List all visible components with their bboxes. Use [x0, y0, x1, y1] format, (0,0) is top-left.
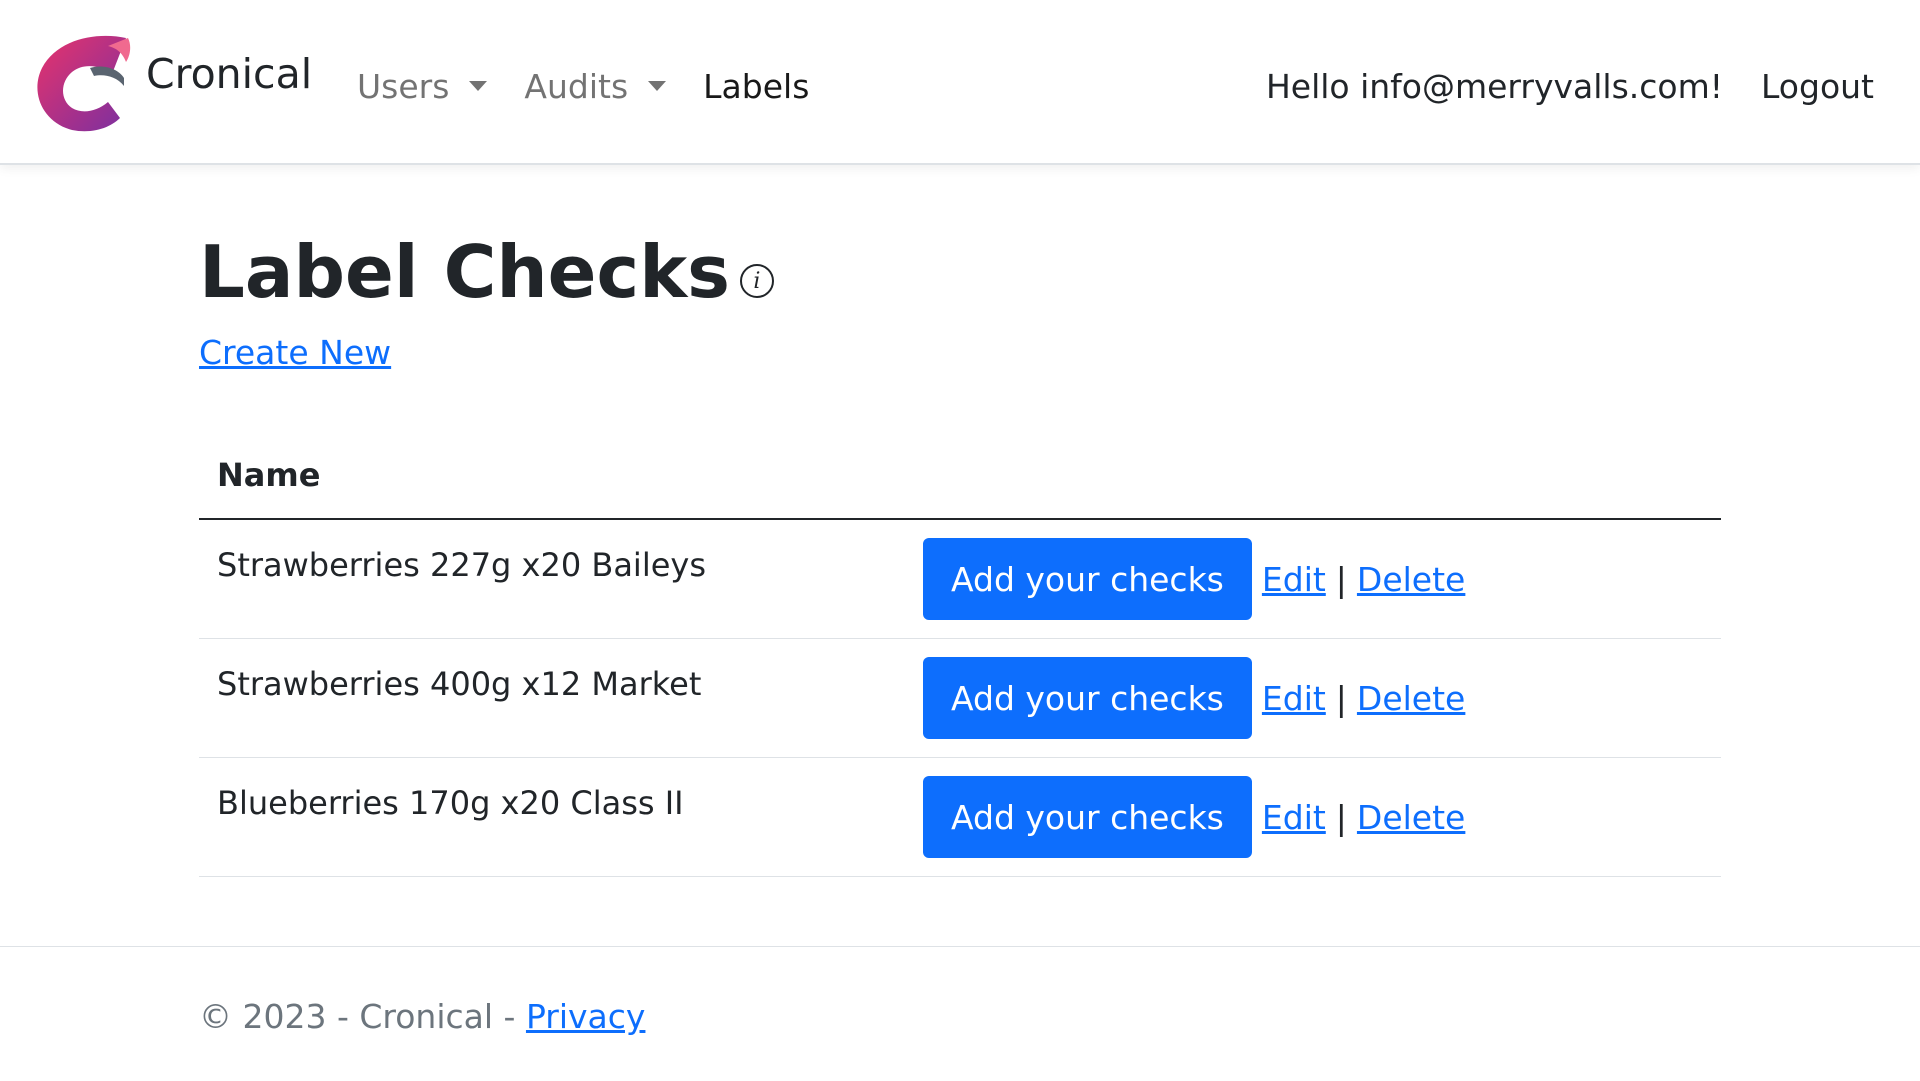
nav-audits-label: Audits — [524, 66, 629, 106]
column-header-actions — [923, 432, 1721, 520]
nav-users-label: Users — [357, 66, 450, 106]
label-checks-table: Name Strawberries 227g x20 Baileys Add y… — [199, 432, 1721, 877]
brand-name: Cronical — [146, 49, 313, 98]
user-greeting: Hello info@merryvalls.com! — [1265, 66, 1723, 106]
label-name-cell: Strawberries 227g x20 Baileys — [199, 519, 923, 639]
actions-cell: Add your checks Edit | Delete — [923, 519, 1721, 639]
delete-link[interactable]: Delete — [1357, 798, 1465, 837]
nav-audits-dropdown[interactable]: Audits — [524, 66, 667, 106]
brand-link[interactable]: Cronical — [28, 30, 312, 138]
footer-text: © 2023 - Cronical - Privacy — [199, 997, 645, 1036]
page-footer: © 2023 - Cronical - Privacy — [0, 946, 1920, 1081]
cronical-logo-icon — [37, 35, 131, 132]
row-actions: Add your checks Edit | Delete — [923, 657, 1721, 739]
edit-link[interactable]: Edit — [1262, 679, 1326, 718]
info-icon[interactable]: i — [739, 264, 774, 299]
table-row: Strawberries 400g x12 Market Add your ch… — [199, 638, 1721, 758]
label-name-cell: Blueberries 170g x20 Class II — [199, 757, 923, 877]
table-row: Strawberries 227g x20 Baileys Add your c… — [199, 519, 1721, 639]
row-actions: Add your checks Edit | Delete — [923, 538, 1721, 620]
logout-link[interactable]: Logout — [1761, 67, 1874, 106]
delete-link[interactable]: Delete — [1357, 679, 1465, 718]
title-row: Label Checks i — [199, 230, 774, 314]
main-nav: Users Audits Labels — [357, 62, 846, 110]
add-your-checks-button[interactable]: Add your checks — [923, 538, 1252, 620]
nav-users-dropdown[interactable]: Users — [357, 66, 488, 106]
link-separator: | — [1335, 678, 1347, 718]
page-title: Label Checks — [199, 230, 730, 314]
actions-cell: Add your checks Edit | Delete — [923, 638, 1721, 758]
edit-link[interactable]: Edit — [1262, 798, 1326, 837]
link-separator: | — [1335, 559, 1347, 599]
actions-cell: Add your checks Edit | Delete — [923, 757, 1721, 877]
top-navbar: Cronical Users Audits Labels Hello info@… — [0, 0, 1920, 165]
row-actions: Add your checks Edit | Delete — [923, 776, 1721, 858]
create-new-link[interactable]: Create New — [199, 333, 391, 372]
label-name-cell: Strawberries 400g x12 Market — [199, 638, 923, 758]
delete-link[interactable]: Delete — [1357, 560, 1465, 599]
column-header-name: Name — [199, 432, 923, 520]
add-your-checks-button[interactable]: Add your checks — [923, 657, 1252, 739]
link-separator: | — [1335, 797, 1347, 837]
privacy-link[interactable]: Privacy — [526, 997, 645, 1036]
table-header-row: Name — [199, 432, 1721, 520]
table-row: Blueberries 170g x20 Class II Add your c… — [199, 757, 1721, 877]
nav-labels-link[interactable]: Labels — [703, 67, 809, 106]
caret-down-icon — [648, 81, 667, 91]
add-your-checks-button[interactable]: Add your checks — [923, 776, 1252, 858]
edit-link[interactable]: Edit — [1262, 560, 1326, 599]
nav-user-area: Hello info@merryvalls.com! Logout — [1266, 62, 1874, 110]
copyright-text: © 2023 - Cronical - — [199, 997, 526, 1036]
nav-labels-label: Labels — [703, 66, 810, 106]
caret-down-icon — [469, 81, 488, 91]
